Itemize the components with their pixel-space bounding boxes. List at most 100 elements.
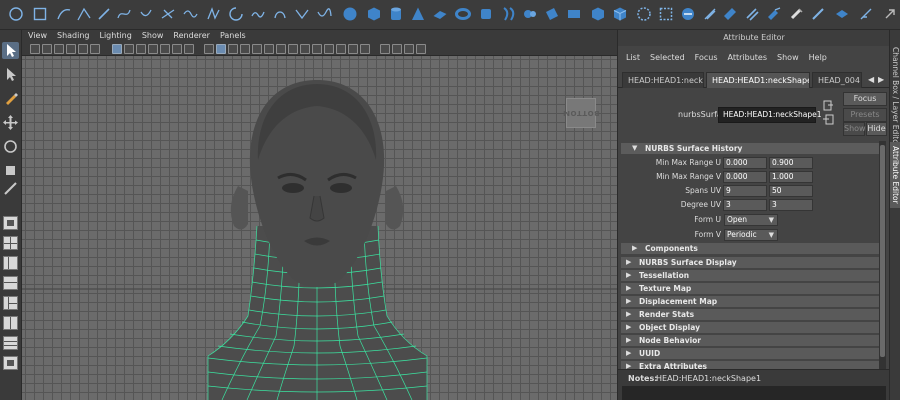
- section-nurbs-surface-history[interactable]: ▼ NURBS Surface History: [621, 143, 879, 154]
- max-range-u-field[interactable]: 0.900: [769, 157, 813, 169]
- rebuild-curve-icon[interactable]: [272, 6, 288, 22]
- boundary-icon[interactable]: [590, 6, 606, 22]
- nurbs-cylinder-icon[interactable]: [388, 6, 404, 22]
- two-d-pan-icon[interactable]: [78, 44, 88, 54]
- paint-select-icon[interactable]: [2, 90, 19, 107]
- section-render-stats[interactable]: ▶ Render Stats: [621, 309, 879, 320]
- single-perspective-layout-icon[interactable]: [3, 216, 18, 230]
- hypershade-layout-icon[interactable]: [3, 296, 18, 310]
- exposure-icon[interactable]: [380, 44, 390, 54]
- isolate-select-icon[interactable]: [324, 44, 334, 54]
- pencil-curve-icon[interactable]: [96, 6, 112, 22]
- extend-curve-icon[interactable]: [228, 6, 244, 22]
- detach-curves-icon[interactable]: [182, 6, 198, 22]
- menu-shading[interactable]: Shading: [57, 30, 90, 42]
- smooth-shade-icon[interactable]: [216, 44, 226, 54]
- nurbs-surface-name-field[interactable]: HEAD:HEAD1:neckShape1: [718, 107, 822, 123]
- scale-tool-icon[interactable]: [2, 162, 19, 179]
- ae-menu-list[interactable]: List: [626, 53, 640, 62]
- section-node-behavior[interactable]: ▶ Node Behavior: [621, 335, 879, 346]
- nurbs-cube-icon[interactable]: [366, 6, 382, 22]
- uv-layout-icon[interactable]: [3, 336, 18, 350]
- bezier-curve-icon[interactable]: [116, 6, 132, 22]
- move-tool-icon[interactable]: [2, 114, 19, 131]
- resolution-gate-icon[interactable]: [136, 44, 146, 54]
- nurbs-square-icon[interactable]: [32, 6, 48, 22]
- attach-surfaces-icon[interactable]: [766, 6, 782, 22]
- nurbs-cone-icon[interactable]: [410, 6, 426, 22]
- scrollbar-thumb[interactable]: [880, 145, 885, 357]
- project-curve-icon[interactable]: [680, 6, 696, 22]
- tab-neck1[interactable]: HEAD:HEAD1:neck1: [622, 72, 704, 88]
- section-nurbs-surface-display[interactable]: ▶ NURBS Surface Display: [621, 257, 879, 268]
- ae-menu-attributes[interactable]: Attributes: [728, 53, 768, 62]
- section-object-display[interactable]: ▶ Object Display: [621, 322, 879, 333]
- degree-u-field[interactable]: 3: [723, 199, 767, 211]
- grid-toggle-icon[interactable]: [112, 44, 122, 54]
- shadows-icon[interactable]: [264, 44, 274, 54]
- section-texture-map[interactable]: ▶ Texture Map: [621, 283, 879, 294]
- surface-editing-icon[interactable]: [834, 6, 850, 22]
- safe-title-icon[interactable]: [184, 44, 194, 54]
- section-displacement-map[interactable]: ▶ Displacement Map: [621, 296, 879, 307]
- tab-head-004[interactable]: HEAD_004: [812, 72, 862, 88]
- rotate-tool-icon[interactable]: [2, 138, 19, 155]
- min-range-u-field[interactable]: 0.000: [723, 157, 767, 169]
- depth-of-field-icon[interactable]: [312, 44, 322, 54]
- ae-menu-help[interactable]: Help: [809, 53, 827, 62]
- focus-button[interactable]: Focus: [843, 92, 887, 106]
- section-components[interactable]: ▶ Components: [621, 243, 879, 254]
- head-model[interactable]: [22, 56, 617, 400]
- max-range-v-field[interactable]: 1.000: [769, 171, 813, 183]
- wireframe-icon[interactable]: [204, 44, 214, 54]
- arc-tool-icon[interactable]: [138, 6, 154, 22]
- trim-tool-icon[interactable]: [658, 6, 674, 22]
- section-tessellation[interactable]: ▶ Tessellation: [621, 270, 879, 281]
- menu-panels[interactable]: Panels: [220, 30, 246, 42]
- attribute-editor-scrollbar[interactable]: [879, 141, 886, 369]
- curve-tool-icon[interactable]: [56, 6, 72, 22]
- view-transform-icon[interactable]: [416, 44, 426, 54]
- menu-renderer[interactable]: Renderer: [173, 30, 210, 42]
- node-editor-layout-icon[interactable]: [3, 356, 18, 370]
- square-surface-icon[interactable]: [612, 6, 628, 22]
- tab-scroll-left-icon[interactable]: ◀: [868, 75, 876, 84]
- revolve-icon[interactable]: [478, 6, 494, 22]
- bookmark-icon[interactable]: [54, 44, 64, 54]
- extrude-icon[interactable]: [544, 6, 560, 22]
- form-u-dropdown[interactable]: Open ▼: [724, 214, 778, 226]
- degree-v-field[interactable]: 3: [769, 199, 813, 211]
- ep-curve-icon[interactable]: [76, 6, 92, 22]
- notes-text-area[interactable]: [622, 386, 886, 400]
- use-all-lights-icon[interactable]: [252, 44, 262, 54]
- 3d-viewport[interactable]: BOTTOM: [22, 56, 617, 400]
- shelf-overflow-icon[interactable]: [882, 6, 898, 22]
- camera-select-icon[interactable]: [30, 44, 40, 54]
- outliner-layout-icon[interactable]: [3, 316, 18, 330]
- section-uuid[interactable]: ▶ UUID: [621, 348, 879, 359]
- untrim-icon[interactable]: [722, 6, 738, 22]
- persp-graph-layout-icon[interactable]: [3, 276, 18, 290]
- birail-icon[interactable]: [566, 6, 582, 22]
- grease-pencil-icon[interactable]: [90, 44, 100, 54]
- menu-view[interactable]: View: [28, 30, 47, 42]
- nurbs-torus-icon[interactable]: [455, 6, 471, 22]
- xray-joints-icon[interactable]: [348, 44, 358, 54]
- nurbs-plane-icon[interactable]: [432, 6, 448, 22]
- ae-menu-show[interactable]: Show: [777, 53, 799, 62]
- nurbs-circle-icon[interactable]: [8, 6, 24, 22]
- image-plane-icon[interactable]: [66, 44, 76, 54]
- screen-space-ao-icon[interactable]: [276, 44, 286, 54]
- tab-scroll-right-icon[interactable]: ▶: [878, 75, 886, 84]
- go-to-input-icon[interactable]: [823, 100, 834, 111]
- field-chart-icon[interactable]: [160, 44, 170, 54]
- textured-icon[interactable]: [240, 44, 250, 54]
- intersect-icon[interactable]: [702, 6, 718, 22]
- lasso-tool-icon[interactable]: [2, 66, 19, 83]
- attach-curves-icon[interactable]: [160, 6, 176, 22]
- film-gate-icon[interactable]: [124, 44, 134, 54]
- tab-attribute-editor[interactable]: Attribute Editor: [890, 142, 900, 208]
- show-button[interactable]: Show: [843, 122, 866, 136]
- nurbs-sphere-icon[interactable]: [342, 6, 358, 22]
- presets-button[interactable]: Presets: [843, 108, 887, 122]
